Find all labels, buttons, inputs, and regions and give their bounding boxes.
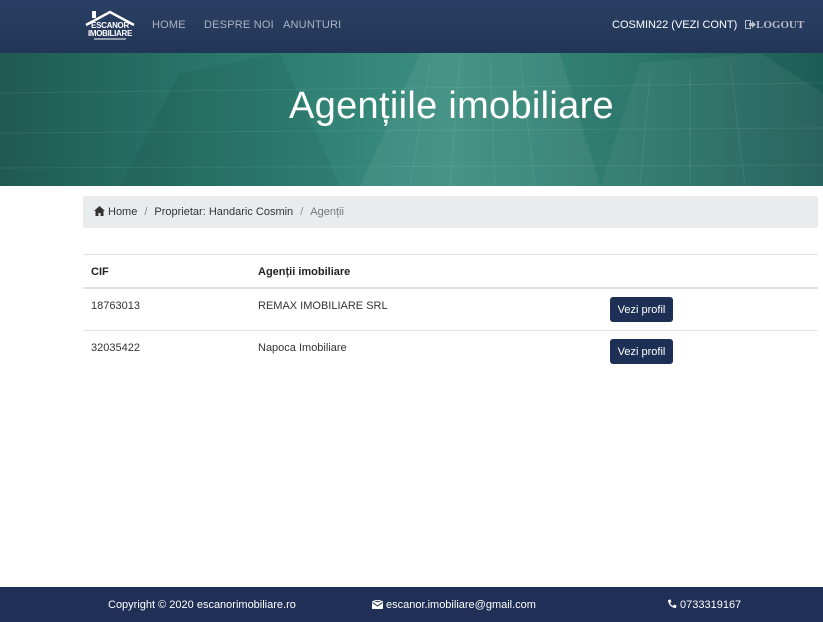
view-profile-button[interactable]: Vezi profil — [610, 339, 673, 364]
footer-email-text: escanor.imobiliare@gmail.com — [386, 599, 536, 611]
breadcrumb-active: Agenții — [310, 206, 344, 218]
logout-label: LOGOUT — [756, 19, 805, 31]
breadcrumb-home[interactable]: Home — [94, 206, 137, 218]
footer-phone[interactable]: 0733319167 — [667, 599, 741, 611]
breadcrumb-separator: / — [144, 206, 148, 218]
breadcrumb-home-label: Home — [108, 206, 138, 218]
nav-home[interactable]: HOME — [152, 19, 186, 31]
logout-link[interactable]: LOGOUT — [745, 19, 804, 31]
breadcrumb-proprietar[interactable]: Proprietar: Handaric Cosmin — [154, 206, 293, 218]
table-row: 32035422 Napoca Imobiliare Vezi profil — [83, 331, 818, 373]
logout-icon — [745, 20, 756, 29]
footer-email[interactable]: escanor.imobiliare@gmail.com — [372, 599, 536, 611]
table-header: CIF Agenții imobiliare — [83, 255, 818, 289]
brand-logo[interactable]: ESCANOR IMOBILIARE — [84, 9, 136, 43]
view-profile-button[interactable]: Vezi profil — [610, 297, 673, 322]
cell-agency: Napoca Imobiliare — [258, 342, 347, 354]
nav-anunturi[interactable]: ANUNTURI — [283, 19, 341, 31]
column-header-agency: Agenții imobiliare — [258, 266, 351, 278]
agencies-table: CIF Agenții imobiliare 18763013 REMAX IM… — [83, 254, 818, 373]
breadcrumb-separator: / — [300, 206, 304, 218]
nav-despre-noi[interactable]: DESPRE NOI — [204, 19, 274, 31]
brand-logo-text: ESCANOR IMOBILIARE — [87, 21, 133, 38]
envelope-icon — [372, 600, 383, 609]
phone-icon — [668, 599, 677, 608]
table-row: 18763013 REMAX IMOBILIARE SRL Vezi profi… — [83, 289, 818, 331]
account-link[interactable]: COSMIN22 (VEZI CONT) — [612, 19, 737, 31]
hero-banner: Agențiile imobiliare — [0, 53, 823, 186]
footer-phone-text: 0733319167 — [680, 599, 742, 611]
cell-agency: REMAX IMOBILIARE SRL — [258, 300, 388, 312]
column-header-cif: CIF — [91, 266, 109, 278]
cell-cif: 18763013 — [91, 300, 140, 312]
footer: Copyright © 2020 escanorimobiliare.ro es… — [0, 587, 823, 622]
footer-copyright: Copyright © 2020 escanorimobiliare.ro — [108, 599, 296, 611]
page-title: Agențiile imobiliare — [289, 85, 614, 127]
cell-cif: 32035422 — [91, 342, 140, 354]
home-icon — [94, 206, 105, 216]
breadcrumb: Home / Proprietar: Handaric Cosmin / Agenți… — [83, 196, 818, 228]
navbar: ESCANOR IMOBILIARE HOME DESPRE NOI ANUNT… — [0, 0, 823, 53]
